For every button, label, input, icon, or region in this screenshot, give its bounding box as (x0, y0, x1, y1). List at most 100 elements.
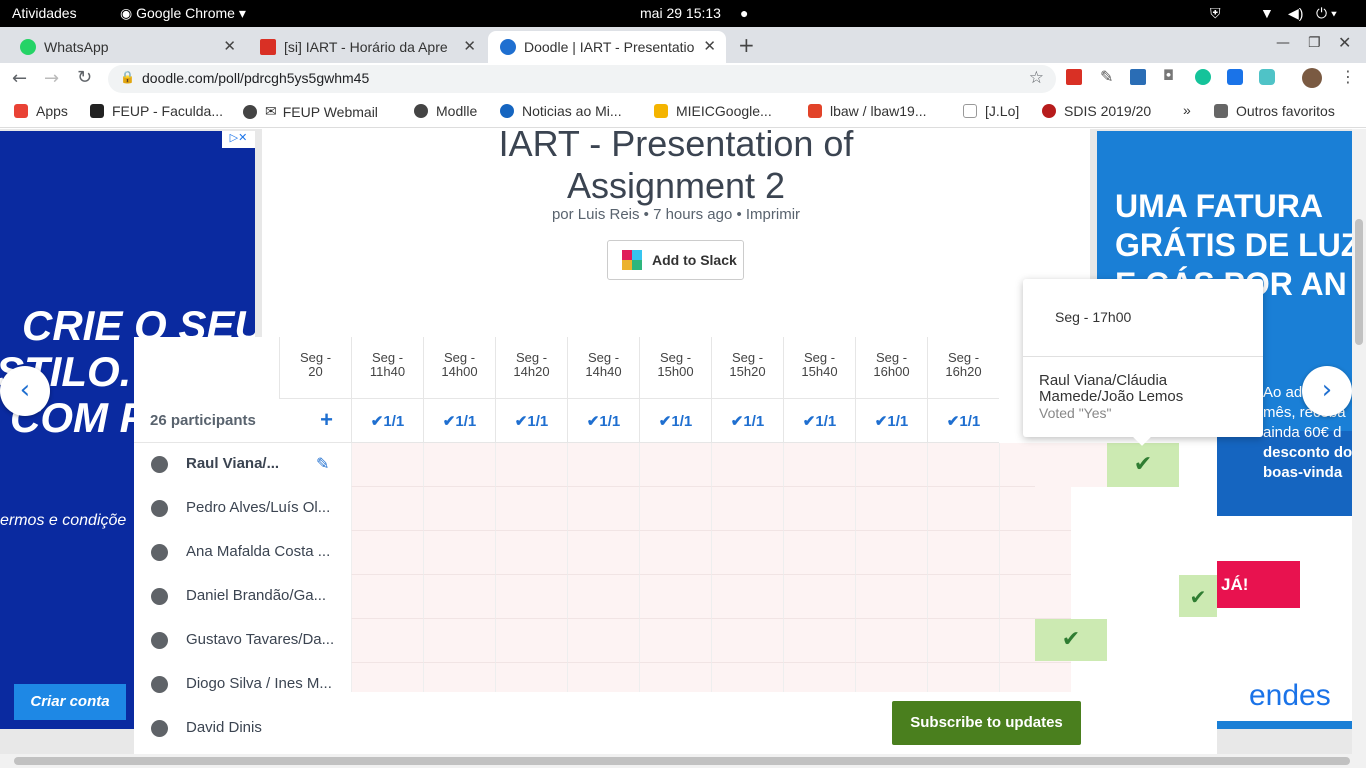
add-to-slack-button[interactable]: Add to Slack (607, 240, 744, 280)
vote-cell[interactable] (351, 575, 423, 619)
profile-avatar[interactable] (1302, 68, 1322, 88)
vote-cell[interactable] (783, 487, 855, 531)
edit-icon[interactable]: ✎ (316, 454, 329, 474)
volume-icon[interactable]: ◀) (1288, 5, 1303, 22)
vote-cell[interactable] (999, 531, 1071, 575)
participant-row[interactable]: Raul Viana/... ✎ (134, 443, 351, 487)
vote-cell[interactable] (423, 487, 495, 531)
ad-cta-button[interactable]: Criar conta (14, 684, 126, 720)
url-field[interactable]: 🔒 doodle.com/poll/pdrcgh5ys5gwhm45 ☆ (108, 65, 1056, 93)
vote-cell[interactable] (855, 619, 927, 663)
close-icon[interactable]: ✕ (703, 37, 716, 55)
vote-cell[interactable] (855, 531, 927, 575)
reload-icon[interactable]: ↻ (77, 67, 92, 88)
bookmark-feup[interactable]: FEUP - Faculda... (90, 103, 223, 119)
vote-cell[interactable] (639, 443, 711, 487)
more-bookmarks-icon[interactable]: » (1183, 102, 1191, 118)
vote-cell[interactable] (495, 619, 567, 663)
vote-cell-yes[interactable]: ✔ (1107, 443, 1179, 487)
vote-cell[interactable] (639, 531, 711, 575)
ad-cta-button[interactable]: JÁ! (1217, 561, 1300, 608)
new-tab-icon[interactable]: + (738, 33, 755, 57)
extension-icon[interactable] (1259, 69, 1275, 85)
bookmark-lbaw[interactable]: lbaw / lbaw19... (808, 103, 927, 119)
vote-cell[interactable] (711, 619, 783, 663)
vote-cell[interactable] (423, 531, 495, 575)
vote-cell[interactable] (639, 619, 711, 663)
back-icon[interactable]: ← (12, 68, 27, 89)
vote-cell[interactable] (855, 443, 927, 487)
vote-cell[interactable] (351, 443, 423, 487)
vote-cell[interactable] (711, 443, 783, 487)
vote-cell[interactable] (711, 487, 783, 531)
close-icon[interactable]: ✕ (223, 37, 236, 55)
participant-row[interactable]: Diogo Silva / Ines M... (134, 663, 351, 707)
subscribe-button[interactable]: Subscribe to updates (892, 701, 1081, 745)
vote-cell[interactable] (567, 531, 639, 575)
power-icon[interactable]: ⏻ ▾ (1316, 5, 1337, 22)
vote-cell-yes[interactable]: ✔ (1179, 575, 1217, 617)
shield-icon[interactable]: ⛨ (1210, 5, 1221, 22)
vote-cell[interactable] (927, 619, 999, 663)
vote-cell[interactable] (351, 487, 423, 531)
vote-cell[interactable] (711, 575, 783, 619)
participant-row[interactable]: Daniel Brandão/Ga... (134, 575, 351, 619)
participant-row[interactable]: Gustavo Tavares/Da... (134, 619, 351, 663)
bookmark-drive[interactable]: MIEICGoogle... (654, 103, 772, 119)
vote-cell[interactable] (423, 443, 495, 487)
vote-cell[interactable] (567, 487, 639, 531)
vote-cell[interactable] (567, 575, 639, 619)
vote-cell[interactable] (783, 575, 855, 619)
grammarly-icon[interactable] (1195, 69, 1211, 85)
vote-cell[interactable] (711, 531, 783, 575)
vertical-scrollbar[interactable] (1352, 129, 1366, 754)
calendar-extension-icon[interactable] (1130, 69, 1146, 85)
vote-cell[interactable] (639, 575, 711, 619)
bookmark-other[interactable]: Outros favoritos (1214, 103, 1335, 119)
vote-cell[interactable] (639, 487, 711, 531)
vote-cell[interactable] (999, 487, 1071, 531)
tab-doodle[interactable]: Doodle | IART - Presentatio ✕ (488, 31, 726, 63)
vote-cell[interactable] (567, 443, 639, 487)
maximize-icon[interactable]: ❐ (1308, 35, 1321, 51)
bookmark-sdis[interactable]: SDIS 2019/20 (1042, 103, 1151, 119)
vote-cell[interactable] (855, 575, 927, 619)
close-icon[interactable]: ✕ (463, 37, 476, 55)
tab-whatsapp[interactable]: WhatsApp ✕ (8, 31, 246, 63)
forward-icon[interactable]: → (44, 68, 59, 89)
wifi-icon[interactable]: ▼ (1260, 5, 1274, 21)
bookmark-moodle[interactable]: Modlle (414, 103, 477, 119)
add-participant-icon[interactable]: + (320, 407, 333, 433)
vote-cell[interactable] (495, 443, 567, 487)
activities-button[interactable]: Atividades (12, 5, 77, 21)
scrollbar-thumb[interactable] (14, 757, 1350, 765)
bookmark-extension-icon[interactable] (1227, 69, 1243, 85)
bookmark-noticias[interactable]: Noticias ao Mi... (500, 103, 622, 119)
vote-cell[interactable] (855, 487, 927, 531)
horizontal-scrollbar[interactable] (0, 754, 1366, 768)
vote-cell[interactable] (495, 575, 567, 619)
vote-cell[interactable] (423, 575, 495, 619)
vote-cell[interactable] (927, 575, 999, 619)
vote-cell[interactable] (783, 619, 855, 663)
chrome-app-menu[interactable]: ◉ Google Chrome ▾ (120, 5, 246, 22)
scroll-right-button[interactable]: › (1302, 366, 1352, 416)
menu-icon[interactable]: ⋮ (1340, 67, 1356, 86)
adchoices-icon[interactable]: ▷✕ (222, 131, 255, 148)
vote-cell-yes[interactable]: ✔ (1035, 619, 1107, 661)
scrollbar-thumb[interactable] (1355, 219, 1363, 345)
vote-cell[interactable] (423, 619, 495, 663)
participant-row[interactable]: Pedro Alves/Luís Ol... (134, 487, 351, 531)
scroll-left-button[interactable]: ‹ (0, 366, 50, 416)
tab-gmail[interactable]: [si] IART - Horário da Apre ✕ (248, 31, 486, 63)
participant-row[interactable]: David Dinis (134, 707, 351, 751)
camera-extension-icon[interactable]: ◘ (1163, 68, 1174, 84)
participant-row[interactable]: Ana Mafalda Costa ... (134, 531, 351, 575)
vote-cell[interactable] (783, 443, 855, 487)
vote-cell[interactable] (1035, 443, 1107, 487)
vote-cell[interactable] (999, 575, 1071, 619)
vote-cell[interactable] (351, 531, 423, 575)
vote-cell[interactable] (783, 531, 855, 575)
bookmark-jlo[interactable]: [J.Lo] (963, 103, 1019, 119)
vote-cell[interactable] (927, 443, 999, 487)
